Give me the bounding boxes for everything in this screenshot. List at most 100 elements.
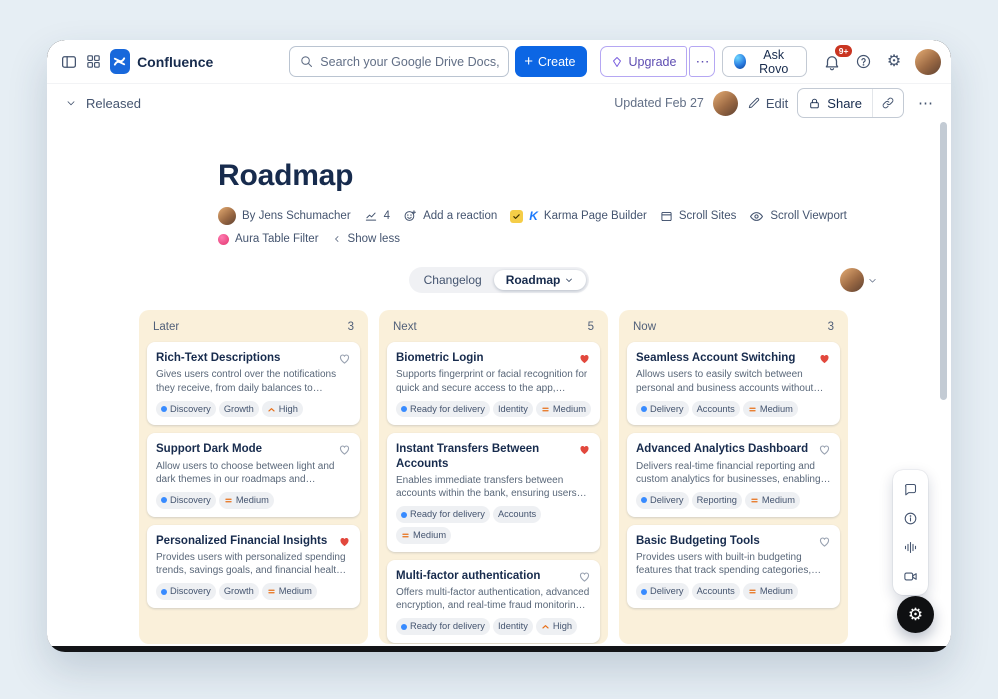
card-header: Rich-Text Descriptions	[156, 351, 351, 365]
tab-roadmap[interactable]: Roadmap	[493, 270, 587, 290]
analytics-icon[interactable]	[364, 209, 378, 223]
settings-button[interactable]: ⚙	[879, 47, 909, 77]
card-header: Advanced Analytics Dashboard	[636, 442, 831, 456]
heart-filled-icon[interactable]	[338, 535, 351, 548]
ellipsis-icon: ⋯	[695, 53, 710, 69]
card-title: Rich-Text Descriptions	[156, 352, 281, 364]
priority-medium-icon	[749, 589, 756, 594]
roadmap-card[interactable]: Biometric Login Supports fingerprint or f…	[387, 342, 600, 426]
karma-label[interactable]: Karma Page Builder	[544, 210, 647, 222]
tag: Medium	[742, 400, 798, 418]
views-count: 4	[383, 210, 391, 222]
details-button[interactable]	[898, 505, 924, 531]
card-title: Support Dark Mode	[156, 443, 263, 456]
priority-medium-icon	[751, 498, 758, 503]
card-description: Allows users to easily switch between pe…	[636, 369, 814, 394]
roadmap-card[interactable]: Rich-Text Descriptions Gives users contro…	[147, 342, 360, 426]
video-button[interactable]	[898, 563, 924, 589]
share-button[interactable]: Share	[798, 89, 873, 117]
upgrade-button[interactable]: Upgrade	[599, 46, 688, 77]
aura-label[interactable]: Aura Table Filter	[235, 233, 319, 245]
heart-outline-icon[interactable]	[578, 570, 591, 583]
card-header: Personalized Financial Insights	[156, 534, 351, 548]
tag: Identity	[492, 618, 533, 635]
column-header: Next 5	[387, 318, 600, 342]
user-avatar[interactable]	[915, 48, 941, 75]
heart-filled-icon[interactable]	[578, 443, 591, 456]
create-button[interactable]: + Create	[515, 46, 587, 77]
sidebar-toggle-button[interactable]	[57, 47, 81, 77]
tab-changelog[interactable]: Changelog	[412, 270, 494, 290]
ask-rovo-label: Ask Rovo	[759, 47, 789, 76]
search-input[interactable]	[320, 54, 500, 69]
heart-outline-icon[interactable]	[338, 443, 351, 456]
page-actions: Updated Feb 27 Edit Share ⋯	[614, 88, 939, 118]
widget-button[interactable]: ⚙	[897, 596, 934, 633]
roadmap-card[interactable]: Basic Budgeting Tools Provides users with…	[627, 524, 840, 608]
heart-outline-icon[interactable]	[818, 443, 831, 456]
board-user-filter[interactable]	[840, 268, 878, 292]
heart-outline-icon[interactable]	[818, 535, 831, 548]
gear-icon: ⚙	[886, 52, 902, 70]
roadmap-card[interactable]: Seamless Account Switching Allows users t…	[627, 342, 840, 426]
comments-button[interactable]	[898, 476, 924, 502]
question-icon	[856, 54, 870, 69]
page-scrollbar[interactable]	[940, 122, 947, 400]
add-reaction-label[interactable]: Add a reaction	[423, 210, 497, 222]
page-more-button[interactable]: ⋯	[913, 90, 939, 116]
card-tags: Ready for delivery Accounts Medium	[396, 506, 591, 544]
card-tags: Delivery Accounts Medium	[636, 400, 831, 418]
card-title: Instant Transfers Between Accounts	[396, 443, 540, 470]
card-tags: Discovery Medium	[156, 492, 351, 509]
upgrade-more-button[interactable]: ⋯	[689, 46, 716, 77]
link-icon	[882, 97, 894, 109]
share-button-label: Share	[827, 95, 862, 111]
search-bar[interactable]	[289, 46, 510, 77]
heart-outline-icon[interactable]	[338, 352, 351, 365]
checklist-app-icon[interactable]	[510, 209, 524, 223]
roadmap-card[interactable]: Advanced Analytics Dashboard Delivers rea…	[627, 433, 840, 517]
card-header: Support Dark Mode	[156, 442, 351, 456]
tag-label: Ready for delivery	[410, 403, 485, 414]
status-dot-icon	[641, 497, 647, 504]
byline-row-1: By Jens Schumacher 4 Add a reaction K Ka…	[218, 207, 951, 225]
scroll-viewport-label[interactable]: Scroll Viewport	[770, 210, 847, 222]
info-icon	[904, 512, 917, 524]
navbar-right-group: 9+ ⚙	[817, 42, 941, 77]
notifications-button[interactable]: 9+	[817, 42, 854, 77]
heart-filled-icon[interactable]	[578, 352, 591, 365]
card-tags: Ready for delivery Identity Medium	[396, 400, 591, 418]
byline: By Jens Schumacher 4 Add a reaction K Ka…	[218, 207, 951, 245]
roadmap-card[interactable]: Personalized Financial Insights Provides …	[147, 524, 360, 608]
tag: Growth	[218, 583, 259, 600]
tag-label: Medium	[278, 586, 312, 597]
collapse-header-button[interactable]	[59, 91, 83, 115]
lock-icon	[810, 98, 820, 108]
audio-button[interactable]	[898, 534, 924, 560]
edit-button[interactable]: Edit	[747, 96, 788, 111]
tag-label: Identity	[497, 403, 528, 414]
roadmap-card[interactable]: Support Dark Mode Allow users to choose b…	[147, 433, 360, 517]
tag: Ready for delivery	[396, 618, 490, 635]
roadmap-card[interactable]: Instant Transfers Between Accounts Enable…	[387, 433, 600, 552]
heart-filled-icon[interactable]	[818, 352, 831, 365]
app-switcher-button[interactable]	[81, 47, 105, 77]
copy-link-button[interactable]	[873, 89, 903, 117]
board-column: Later 3 Rich-Text Descriptions Gives users …	[139, 310, 368, 644]
tag: Accounts	[492, 506, 542, 523]
card-header: Seamless Account Switching	[636, 351, 831, 365]
tag-label: Medium	[235, 495, 269, 506]
tag-label: Growth	[223, 586, 254, 597]
tag: Medium	[396, 526, 452, 544]
tag-label: Discovery	[170, 495, 211, 506]
roadmap-card[interactable]: Multi-factor authentication Offers multi-…	[387, 559, 600, 643]
last-editor-avatar[interactable]	[712, 90, 738, 116]
tag-label: Discovery	[170, 586, 211, 597]
show-less-label[interactable]: Show less	[348, 233, 400, 245]
tag: Discovery	[156, 492, 216, 509]
priority-high-icon	[268, 407, 275, 412]
add-reaction-icon[interactable]	[403, 209, 417, 223]
author-avatar[interactable]	[218, 207, 236, 225]
scroll-sites-label[interactable]: Scroll Sites	[679, 210, 737, 222]
ask-rovo-button[interactable]: Ask Rovo	[722, 46, 807, 77]
